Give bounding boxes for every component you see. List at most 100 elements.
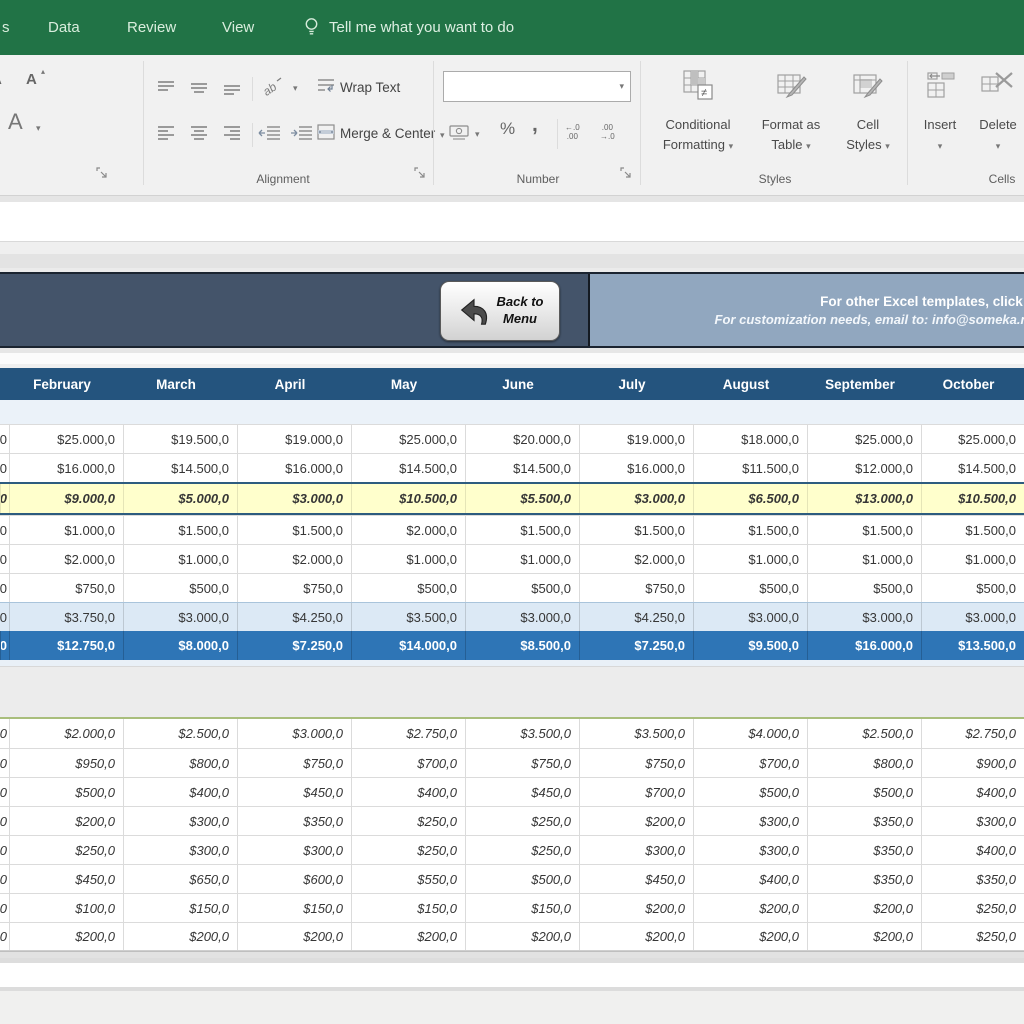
table-cell[interactable]: $14.500,0	[921, 454, 1024, 482]
table-cell[interactable]: $3.000,0	[807, 603, 921, 631]
table-cell[interactable]: $2.000,0	[237, 545, 351, 573]
table-cell[interactable]: $1.000,0	[9, 516, 123, 544]
table-cell[interactable]: $9.000,0	[9, 484, 123, 513]
table-cell[interactable]: $20.000,0	[465, 425, 579, 453]
increase-indent-icon[interactable]	[290, 125, 314, 141]
table-cell[interactable]: $16.000,0	[579, 454, 693, 482]
table-cell[interactable]: $2.750,0	[921, 719, 1024, 748]
table-cell[interactable]: $4.250,0	[579, 603, 693, 631]
tell-me-box[interactable]: Tell me what you want to do	[303, 0, 514, 55]
grow-font-icon[interactable]: A	[26, 71, 37, 88]
table-cell[interactable]: $250,0	[465, 807, 579, 835]
table-cell[interactable]: $4.250,0	[237, 603, 351, 631]
table-cell[interactable]: $750,0	[237, 749, 351, 777]
table-cell[interactable]: $3.000,0	[237, 719, 351, 748]
table-cell[interactable]: $750,0	[579, 574, 693, 602]
merge-center-dropdown-icon[interactable]: ▾	[440, 130, 445, 141]
table-cell[interactable]: $1.500,0	[579, 516, 693, 544]
table-cell[interactable]: $250,0	[351, 836, 465, 864]
table-cell[interactable]: $750,0	[237, 574, 351, 602]
table-cell[interactable]: $16.000,0	[9, 454, 123, 482]
table-cell[interactable]: $5.500,0	[465, 484, 579, 513]
table-cell[interactable]: $3.000,0	[123, 603, 237, 631]
table-cell[interactable]: $500,0	[465, 574, 579, 602]
clipped-january-cell[interactable]: 0	[0, 749, 9, 777]
table-cell[interactable]: $600,0	[237, 865, 351, 893]
align-middle-icon[interactable]	[189, 79, 209, 95]
merge-center-icon[interactable]	[316, 123, 336, 141]
banner-info-line2[interactable]: For customization needs, email to: info@…	[590, 312, 1024, 327]
table-cell[interactable]: $200,0	[123, 923, 237, 950]
clipped-january-cell[interactable]: 0	[0, 484, 9, 513]
table-cell[interactable]: $750,0	[579, 749, 693, 777]
table-cell[interactable]: $2.000,0	[9, 719, 123, 748]
table-cell[interactable]: $250,0	[351, 807, 465, 835]
table-cell[interactable]: $800,0	[123, 749, 237, 777]
clipped-january-cell[interactable]: 0	[0, 778, 9, 806]
table-cell[interactable]: $25.000,0	[921, 425, 1024, 453]
month-header-cell[interactable]: February	[9, 368, 123, 400]
table-cell[interactable]: $1.500,0	[807, 516, 921, 544]
table-cell[interactable]: $500,0	[807, 778, 921, 806]
table-cell[interactable]: $250,0	[465, 836, 579, 864]
clipped-january-cell[interactable]: 0	[0, 425, 9, 453]
table-cell[interactable]: $500,0	[9, 778, 123, 806]
table-cell[interactable]: $7.250,0	[579, 631, 693, 660]
table-cell[interactable]: $250,0	[9, 836, 123, 864]
table-cell[interactable]: $1.500,0	[921, 516, 1024, 544]
table-cell[interactable]: $3.000,0	[237, 484, 351, 513]
clipped-january-cell[interactable]: 0	[0, 516, 9, 544]
table-cell[interactable]: $500,0	[351, 574, 465, 602]
table-cell[interactable]: $950,0	[9, 749, 123, 777]
orientation-icon[interactable]: ab	[260, 75, 286, 99]
tab-review[interactable]: Review	[127, 0, 176, 55]
table-cell[interactable]: $8.500,0	[465, 631, 579, 660]
table-cell[interactable]: $9.500,0	[693, 631, 807, 660]
table-cell[interactable]: $300,0	[921, 807, 1024, 835]
clipped-january-cell[interactable]: 0	[0, 807, 9, 835]
table-cell[interactable]: $2.500,0	[807, 719, 921, 748]
table-cell[interactable]: $2.750,0	[351, 719, 465, 748]
table-cell[interactable]: $350,0	[807, 807, 921, 835]
month-header-cell[interactable]: September	[807, 368, 921, 400]
table-cell[interactable]: $19.500,0	[123, 425, 237, 453]
bottom-white-band[interactable]	[0, 963, 1024, 987]
table-cell[interactable]: $18.000,0	[693, 425, 807, 453]
table-cell[interactable]: $400,0	[921, 836, 1024, 864]
table-cell[interactable]: $16.000,0	[807, 631, 921, 660]
table-cell[interactable]: $2.000,0	[9, 545, 123, 573]
table-cell[interactable]: $150,0	[237, 894, 351, 922]
table-cell[interactable]: $4.000,0	[693, 719, 807, 748]
table-cell[interactable]: $500,0	[693, 778, 807, 806]
clipped-january-cell[interactable]: 0	[0, 719, 9, 748]
table-cell[interactable]: $200,0	[807, 923, 921, 950]
table-cell[interactable]: $200,0	[351, 923, 465, 950]
table-cell[interactable]: $14.000,0	[351, 631, 465, 660]
table-cell[interactable]: $25.000,0	[807, 425, 921, 453]
table-cell[interactable]: $2.500,0	[123, 719, 237, 748]
accounting-format-icon[interactable]	[449, 123, 471, 141]
table-cell[interactable]: $200,0	[465, 923, 579, 950]
alignment-dialog-launcher-icon[interactable]	[414, 167, 428, 181]
table-cell[interactable]: $500,0	[123, 574, 237, 602]
table-cell[interactable]: $300,0	[123, 836, 237, 864]
table-cell[interactable]: $13.500,0	[921, 631, 1024, 660]
month-header-cell[interactable]: June	[465, 368, 579, 400]
align-top-icon[interactable]	[156, 79, 176, 95]
table-cell[interactable]: $450,0	[465, 778, 579, 806]
table-cell[interactable]: $2.000,0	[579, 545, 693, 573]
table-cell[interactable]: $400,0	[693, 865, 807, 893]
table-cell[interactable]: $19.000,0	[579, 425, 693, 453]
table-cell[interactable]: $300,0	[123, 807, 237, 835]
table-cell[interactable]: $11.500,0	[693, 454, 807, 482]
clipped-january-cell[interactable]: 0	[0, 631, 9, 660]
table-cell[interactable]: $16.000,0	[237, 454, 351, 482]
table-cell[interactable]: $14.500,0	[123, 454, 237, 482]
table-cell[interactable]: $750,0	[9, 574, 123, 602]
table-cell[interactable]: $450,0	[9, 865, 123, 893]
table-cell[interactable]: $8.000,0	[123, 631, 237, 660]
table-cell[interactable]: $200,0	[807, 894, 921, 922]
table-cell[interactable]: $500,0	[921, 574, 1024, 602]
table-cell[interactable]: $350,0	[807, 865, 921, 893]
table-cell[interactable]: $900,0	[921, 749, 1024, 777]
